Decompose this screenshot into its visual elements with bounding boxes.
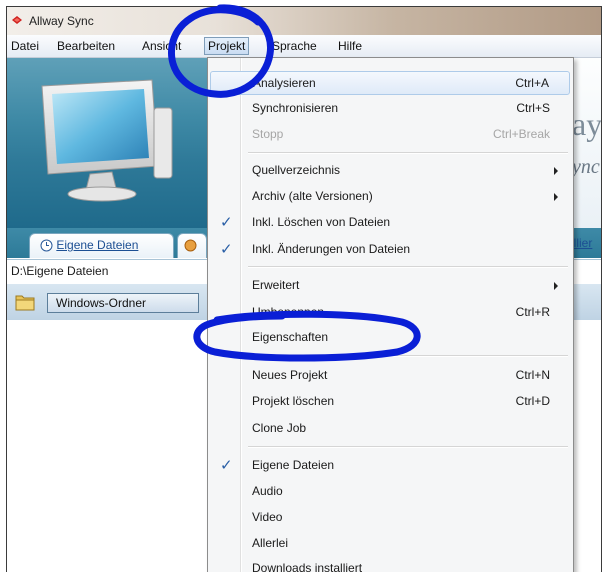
menu-item-label: Clone Job [252,421,307,435]
menu-item-shortcut: Ctrl+D [515,394,550,408]
menu-item-neues-projekt[interactable]: Neues Projekt Ctrl+N [210,364,570,388]
menu-item-label: Eigene Dateien [252,458,335,472]
menu-projekt[interactable]: Projekt [204,37,250,55]
menu-item-label: Downloads installiert [252,561,363,572]
menu-item-umbenennen[interactable]: Umbenennen Ctrl+R [210,301,570,325]
app-window: Allway Sync Datei Bearbeiten Ansicht Pro… [6,6,602,572]
menu-item-shortcut: Ctrl+A [515,76,549,90]
projekt-menu-dropdown: Analysieren Ctrl+A Synchronisieren Ctrl+… [207,57,574,572]
menu-item-label: Eigenschaften [252,330,329,344]
menu-item-shortcut: Ctrl+S [516,101,550,115]
menu-item-label: Inkl. Löschen von Dateien [252,215,391,229]
clock-icon [40,239,53,252]
menu-hilfe[interactable]: Hilfe [336,38,364,54]
window-title: Allway Sync [29,14,94,28]
checkmark-icon: ✓ [220,214,233,231]
sync-icon [184,239,197,252]
tab-next[interactable] [177,233,207,258]
submenu-arrow-icon [554,193,558,201]
menu-item-inkl-loeschen[interactable]: ✓ Inkl. Löschen von Dateien [210,211,570,235]
menu-separator [248,266,568,268]
banner-slogan-text: ync [572,156,600,178]
menu-item-label: Umbenennen [252,305,325,319]
menu-item-label: Allerlei [252,536,289,550]
path-value: D:\Eigene Dateien [11,264,109,278]
checkmark-icon: ✓ [220,241,233,258]
menu-item-stopp[interactable]: Stopp Ctrl+Break [210,123,570,147]
folder-type-button[interactable]: Windows-Ordner [47,293,199,313]
menu-separator [248,355,568,357]
menu-datei[interactable]: Datei [9,38,41,54]
menu-item-quellverzeichnis[interactable]: Quellverzeichnis [210,159,570,183]
menu-item-label: Projekt löschen [252,394,335,408]
submenu-arrow-icon [554,282,558,290]
menu-separator [248,446,568,448]
menu-item-label: Audio [252,484,283,498]
menu-item-eigenschaften[interactable]: Eigenschaften [210,326,570,350]
menu-item-label: Quellverzeichnis [252,163,341,177]
menu-item-label: Inkl. Änderungen von Dateien [252,242,411,256]
menu-bar: Datei Bearbeiten Ansicht Projekt Sprache… [7,35,601,58]
menu-item-clone-job[interactable]: Clone Job [210,417,570,441]
menu-item-project-video[interactable]: Video [210,506,570,530]
submenu-arrow-icon [554,167,558,175]
tab-label: Eigene Dateien [56,238,139,252]
menu-item-label: Erweitert [252,278,300,292]
app-logo-icon [12,16,22,24]
menu-item-label: Analysieren [253,76,316,90]
menu-item-inkl-aenderungen[interactable]: ✓ Inkl. Änderungen von Dateien [210,238,570,262]
menu-item-project-eigene-dateien[interactable]: ✓ Eigene Dateien [210,454,570,478]
menu-item-project-downloads[interactable]: Downloads installiert [210,557,570,572]
menu-item-label: Neues Projekt [252,368,328,382]
menu-item-analysieren[interactable]: Analysieren Ctrl+A [210,71,570,95]
menu-item-label: Stopp [252,127,284,141]
banner-logo-text: ay [572,106,602,142]
menu-item-shortcut: Ctrl+Break [492,127,550,141]
menu-item-project-audio[interactable]: Audio [210,480,570,504]
menu-item-project-allerlei[interactable]: Allerlei [210,532,570,556]
folder-icon [15,295,35,311]
menu-bearbeiten[interactable]: Bearbeiten [55,38,117,54]
tab-eigene-dateien[interactable]: Eigene Dateien [29,233,174,258]
menu-separator [248,152,568,154]
menu-item-shortcut: Ctrl+R [515,305,550,319]
menu-ansicht[interactable]: Ansicht [140,38,183,54]
title-bar: Allway Sync [7,7,601,35]
computer-monitor-icon [41,79,173,202]
menu-item-synchronisieren[interactable]: Synchronisieren Ctrl+S [210,97,570,121]
menu-item-label: Synchronisieren [252,101,339,115]
menu-item-archiv[interactable]: Archiv (alte Versionen) [210,185,570,209]
menu-item-erweitert[interactable]: Erweitert [210,274,570,298]
menu-item-projekt-loeschen[interactable]: Projekt löschen Ctrl+D [210,390,570,414]
menu-item-shortcut: Ctrl+N [515,368,550,382]
menu-sprache[interactable]: Sprache [270,38,319,54]
checkmark-icon: ✓ [220,457,233,474]
menu-item-label: Archiv (alte Versionen) [252,189,373,203]
menu-item-label: Video [252,510,283,524]
